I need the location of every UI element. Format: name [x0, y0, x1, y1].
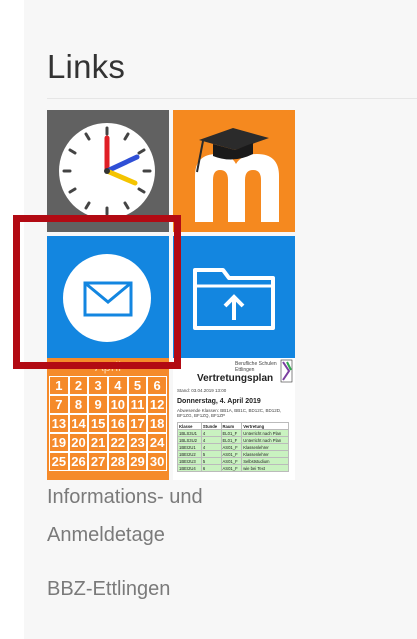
calendar-day: 8: [68, 395, 89, 414]
table-row: 1BLS3U1 4 EL01_F Unterricht nach Plan: [177, 429, 289, 437]
calendar-day: 29: [127, 452, 148, 471]
table-cell: 1BLS3U2: [177, 436, 202, 444]
calendar-day: 30: [147, 452, 167, 471]
calendar-day: 12: [147, 395, 167, 414]
table-cell: 5: [200, 450, 222, 458]
clock-tile[interactable]: [47, 110, 169, 232]
table-cell: EL01_F: [220, 436, 243, 444]
table-cell: 6: [200, 464, 222, 472]
table-cell: AS01_F: [220, 457, 243, 465]
table-cell: 4: [200, 443, 222, 451]
table-row: 1BEI2U2 5 AS01_F Klassenlehrer: [177, 450, 289, 458]
calendar-day: 3: [88, 376, 108, 395]
table-cell: 4: [200, 436, 222, 444]
calendar-day: 24: [147, 433, 167, 452]
table-cell: AS01_F: [220, 464, 243, 472]
link-informations-line2[interactable]: Anmeldetage: [47, 520, 165, 550]
calendar-day: 22: [107, 433, 128, 452]
vertretungsplan-tile[interactable]: Berufliche Schulen Ettlingen Vertretungs…: [173, 358, 295, 480]
calendar-day: 11: [127, 395, 148, 414]
table-cell: AS01_F: [220, 443, 243, 451]
calendar-day: 16: [107, 414, 128, 433]
table-header-cell: Klasse: [177, 422, 202, 430]
calendar-icon: 1 2 3 4 5 6 7 8 9 10 11 12 13 14 15 16 1…: [49, 376, 167, 471]
section-title: Links: [47, 48, 126, 85]
table-header-row: Klasse Stunde Raum Vertretung: [177, 422, 289, 430]
calendar-day: 10: [107, 395, 128, 414]
table-cell: 5: [200, 457, 222, 465]
title-divider: [47, 98, 417, 99]
table-row: 1BLS3U2 4 EL01_F Unterricht nach Plan: [177, 436, 289, 444]
table-cell: Unterricht nach Plan: [241, 436, 289, 444]
calendar-tile[interactable]: April 1 2 3 4 5 6 7 8 9 10 11 12 13 14 1…: [47, 358, 169, 480]
table-cell: 1BEI2U1: [177, 443, 202, 451]
folder-tile[interactable]: [173, 236, 295, 358]
table-cell: Selbststudium: [241, 457, 289, 465]
calendar-day: 7: [49, 395, 69, 414]
table-row: 1BEI2U1 4 AS01_F Klassenlehrer: [177, 443, 289, 451]
table-row: 1BEI2U4 6 AS01_F wie bei Text: [177, 464, 289, 472]
table-cell: EL01_F: [220, 429, 243, 437]
calendar-day: 20: [68, 433, 89, 452]
folder-upload-icon: [193, 268, 275, 330]
calendar-day: 2: [68, 376, 89, 395]
table-cell: 1BEI2U4: [177, 464, 202, 472]
calendar-day: 6: [147, 376, 167, 395]
table-cell: Klassenlehrer: [241, 450, 289, 458]
table-cell: Unterricht nach Plan: [241, 429, 289, 437]
calendar-day: 25: [49, 452, 69, 471]
highlight-box: [13, 215, 181, 369]
calendar-day: 18: [147, 414, 167, 433]
link-bbz-ettlingen[interactable]: BBZ-Ettlingen: [47, 574, 170, 604]
calendar-day: 19: [49, 433, 69, 452]
calendar-day: 28: [107, 452, 128, 471]
calendar-day: 14: [68, 414, 89, 433]
calendar-day: 9: [88, 395, 108, 414]
calendar-day: 23: [127, 433, 148, 452]
calendar-day: 1: [49, 376, 69, 395]
moodle-tile[interactable]: [173, 110, 295, 232]
clock-icon: [59, 123, 155, 219]
table-cell: AS01_F: [220, 450, 243, 458]
calendar-day: 26: [68, 452, 89, 471]
table-header-cell: Stunde: [200, 422, 222, 430]
doc-table: Klasse Stunde Raum Vertretung 1BLS3U1 4 …: [177, 422, 289, 472]
doc-school-name: Berufliche Schulen Ettlingen: [235, 361, 277, 373]
calendar-day: 17: [127, 414, 148, 433]
calendar-day: 5: [127, 376, 148, 395]
doc-date: Donnerstag, 4. April 2019: [177, 398, 261, 405]
doc-absent-classes: Abwesende Klassen: BB1A, BB1C, BD12C, BD…: [177, 408, 282, 418]
calendar-day: 4: [107, 376, 128, 395]
table-cell: wie bei Text: [241, 464, 289, 472]
table-header-cell: Raum: [220, 422, 243, 430]
calendar-day: 21: [88, 433, 108, 452]
table-header-cell: Vertretung: [241, 422, 289, 430]
table-cell: Klassenlehrer: [241, 443, 289, 451]
link-informations-line1[interactable]: Informations- und: [47, 482, 203, 512]
table-cell: 1BLS3U1: [177, 429, 202, 437]
table-cell: 4: [200, 429, 222, 437]
doc-title: Vertretungsplan: [197, 373, 274, 384]
calendar-day: 27: [88, 452, 108, 471]
table-cell: 1BEI2U2: [177, 450, 202, 458]
moodle-icon: [195, 128, 279, 222]
doc-stand: Stand: 03.04.2019 13:00: [177, 388, 227, 393]
table-cell: 1BEI2U3: [177, 457, 202, 465]
calendar-day: 15: [88, 414, 108, 433]
table-row: 1BEI2U3 5 AS01_F Selbststudium: [177, 457, 289, 465]
calendar-day: 13: [49, 414, 69, 433]
